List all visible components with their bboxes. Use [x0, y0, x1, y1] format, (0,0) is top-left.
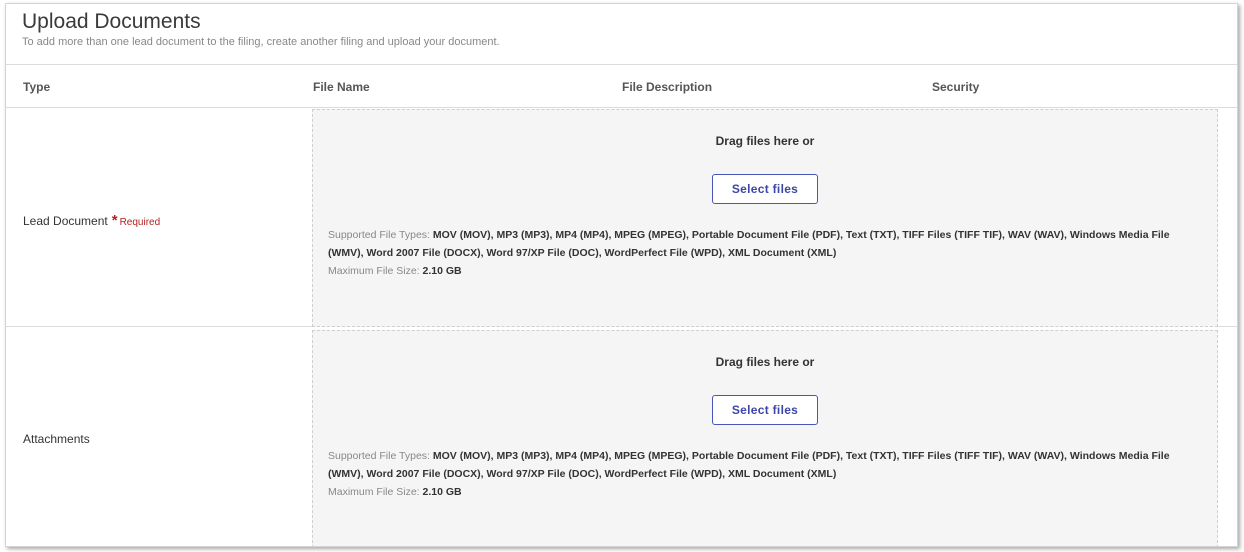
column-header-type: Type — [23, 80, 51, 94]
upload-documents-panel: Upload Documents To add more than one le… — [5, 3, 1238, 547]
supported-types-label: Supported File Types: — [328, 229, 430, 241]
file-requirements: Supported File Types: MOV (MOV), MP3 (MP… — [328, 226, 1208, 280]
table-row-lead-document: Lead Document * Required Drag files here o… — [6, 108, 1237, 327]
file-dropzone-attachments[interactable]: Drag files here or Select files Supporte… — [312, 330, 1218, 546]
column-header-security: Security — [932, 80, 980, 94]
row-type-label: Lead Document * Required — [23, 212, 160, 229]
file-dropzone-lead-document[interactable]: Drag files here or Select files Supporte… — [312, 109, 1218, 327]
max-size-value: 2.10 GB — [422, 265, 462, 277]
supported-types-value: MOV (MOV), MP3 (MP3), MP4 (MP4), MPEG (M… — [328, 450, 1170, 480]
page-subtitle: To add more than one lead document to th… — [22, 36, 500, 48]
supported-types-label: Supported File Types: — [328, 450, 430, 462]
max-size-value: 2.10 GB — [422, 486, 462, 498]
select-files-button[interactable]: Select files — [712, 395, 818, 425]
table-header: Type File Name File Description Security — [6, 64, 1237, 108]
column-header-file-name: File Name — [313, 80, 370, 94]
file-requirements: Supported File Types: MOV (MOV), MP3 (MP… — [328, 447, 1208, 501]
required-asterisk-icon: * — [111, 212, 118, 229]
type-label-text: Lead Document — [23, 214, 108, 228]
page-title: Upload Documents — [22, 10, 201, 33]
drag-files-text: Drag files here or — [715, 134, 815, 148]
select-files-button[interactable]: Select files — [712, 174, 818, 204]
row-type-label: Attachments — [23, 432, 90, 446]
supported-types-value: MOV (MOV), MP3 (MP3), MP4 (MP4), MPEG (M… — [328, 229, 1170, 259]
drag-files-text: Drag files here or — [715, 355, 815, 369]
panel-header: Upload Documents To add more than one le… — [6, 4, 1237, 65]
column-header-file-description: File Description — [622, 80, 713, 94]
required-label: Required — [119, 217, 161, 228]
type-label-text: Attachments — [23, 432, 90, 446]
max-size-label: Maximum File Size: — [328, 265, 420, 277]
max-size-label: Maximum File Size: — [328, 486, 420, 498]
table-row-attachments: Attachments Drag files here or Select fi… — [6, 328, 1237, 546]
